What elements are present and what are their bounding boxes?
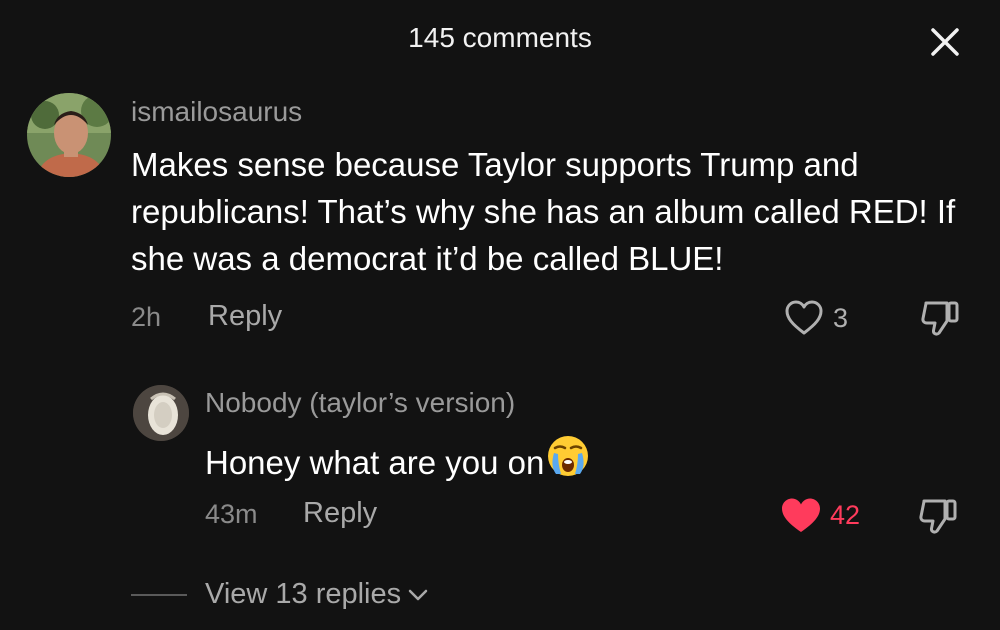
close-button[interactable] bbox=[925, 22, 965, 62]
like-count: 3 bbox=[833, 303, 849, 333]
like-button[interactable] bbox=[784, 299, 824, 342]
like-button[interactable] bbox=[780, 496, 822, 541]
thumbs-down-icon bbox=[919, 499, 957, 534]
chevron-down-icon bbox=[408, 589, 428, 600]
view-replies-button[interactable]: View 13 replies bbox=[205, 578, 429, 611]
dislike-button[interactable] bbox=[918, 297, 964, 344]
reply-button[interactable]: Reply bbox=[208, 300, 282, 333]
comment-text: Makes sense because Taylor supports Trum… bbox=[131, 146, 956, 277]
comment-text-row: Honey what are you on bbox=[205, 434, 905, 490]
comment-text: Honey what are you on bbox=[205, 443, 545, 481]
dislike-button[interactable] bbox=[916, 495, 962, 542]
close-icon bbox=[931, 28, 959, 56]
reply-button[interactable]: Reply bbox=[303, 497, 377, 530]
avatar[interactable] bbox=[27, 93, 111, 177]
comment-timestamp: 2h bbox=[131, 302, 162, 332]
comment-username[interactable]: ismailosaurus bbox=[131, 96, 302, 128]
thumbs-down-icon bbox=[921, 301, 959, 336]
replies-divider bbox=[131, 594, 187, 596]
like-count: 42 bbox=[830, 500, 861, 530]
loudly-crying-face-icon bbox=[546, 434, 590, 490]
heart-filled-icon bbox=[782, 498, 820, 532]
comments-count-title: 145 comments bbox=[408, 22, 592, 53]
heart-outline-icon bbox=[785, 300, 823, 335]
avatar[interactable] bbox=[133, 385, 189, 441]
comment-timestamp: 43m bbox=[205, 499, 258, 529]
view-replies-label: View 13 replies bbox=[205, 578, 402, 610]
comment-username[interactable]: Nobody (taylor’s version) bbox=[205, 387, 515, 419]
